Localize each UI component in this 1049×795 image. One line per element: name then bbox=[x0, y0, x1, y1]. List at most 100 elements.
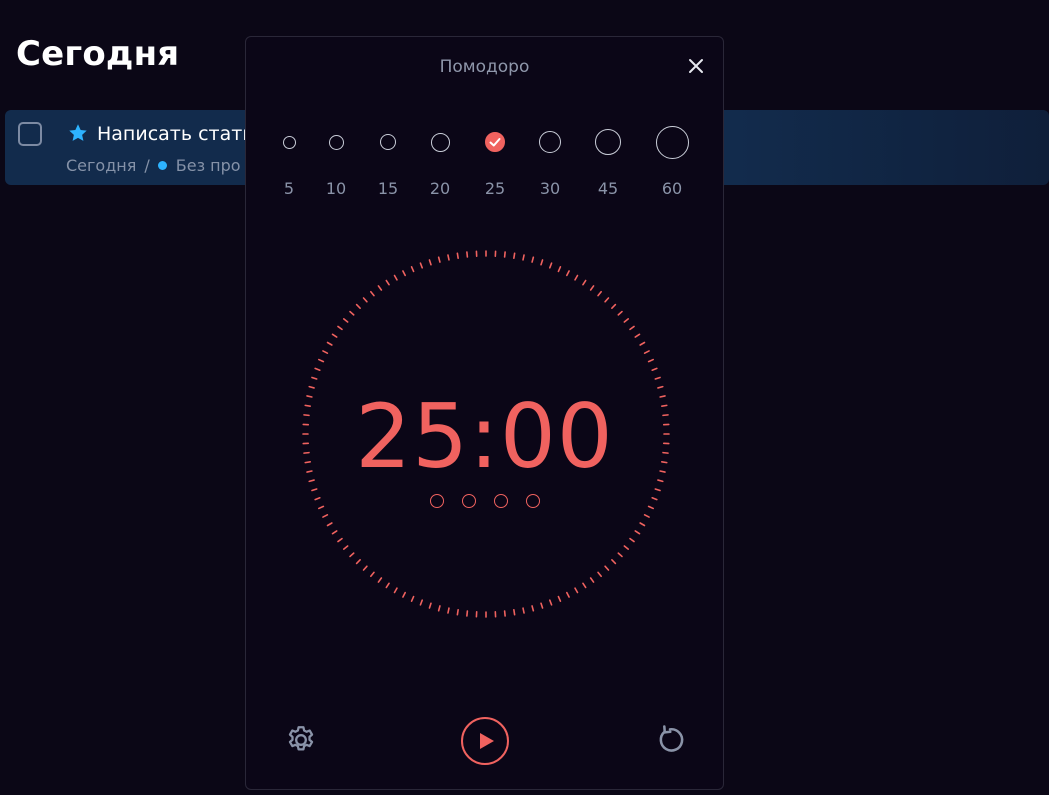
ring-tick bbox=[393, 274, 398, 281]
session-indicators bbox=[430, 494, 540, 508]
time-display: 25:00 bbox=[355, 385, 614, 488]
ring-tick bbox=[342, 318, 349, 323]
ring-tick bbox=[370, 290, 375, 297]
ring-tick bbox=[623, 318, 630, 323]
ring-tick bbox=[582, 279, 587, 286]
ring-tick bbox=[342, 545, 349, 550]
ring-tick bbox=[419, 262, 424, 269]
ring-tick bbox=[582, 582, 587, 589]
ring-tick bbox=[456, 609, 459, 616]
project-dot-icon bbox=[157, 161, 167, 170]
ring-tick bbox=[522, 607, 525, 614]
preset-dot bbox=[380, 134, 396, 150]
preset-dot bbox=[282, 135, 296, 149]
ring-tick bbox=[437, 256, 441, 263]
preset-dot bbox=[539, 131, 561, 153]
preset-dot bbox=[328, 134, 344, 150]
ring-tick bbox=[466, 251, 469, 258]
preset-dot bbox=[430, 132, 450, 152]
ring-tick bbox=[349, 310, 355, 316]
ring-tick bbox=[589, 577, 595, 583]
ring-tick bbox=[402, 591, 406, 598]
ring-tick bbox=[355, 559, 361, 565]
preset-label: 30 bbox=[539, 179, 561, 198]
ring-tick bbox=[311, 376, 318, 380]
checkmark-icon bbox=[489, 137, 500, 146]
ring-tick bbox=[540, 602, 544, 609]
task-title[interactable]: Написать стать bbox=[97, 123, 254, 145]
ring-tick bbox=[654, 376, 661, 380]
ring-tick bbox=[428, 259, 432, 266]
session-dot bbox=[494, 494, 508, 508]
ring-tick bbox=[377, 285, 383, 291]
ring-tick bbox=[362, 565, 368, 571]
preset-label: 5 bbox=[283, 179, 295, 198]
ring-tick bbox=[531, 605, 535, 612]
task-project: Без про bbox=[175, 156, 241, 175]
ring-tick bbox=[634, 333, 641, 338]
ring-tick bbox=[513, 609, 516, 616]
page-title: Сегодня bbox=[16, 34, 180, 74]
ring-tick bbox=[337, 537, 343, 543]
task-date: Сегодня bbox=[66, 156, 137, 175]
ring-tick bbox=[322, 514, 329, 518]
ring-tick bbox=[540, 259, 544, 266]
ring-tick bbox=[370, 571, 375, 578]
ring-tick bbox=[604, 565, 610, 571]
ring-tick bbox=[617, 552, 623, 558]
task-meta-separator: / bbox=[144, 156, 150, 175]
pomodoro-modal: Помодоро 5 10 15 20 25 30 45 60 25:00 bbox=[245, 36, 724, 790]
reset-icon[interactable] bbox=[653, 723, 687, 757]
ring-tick bbox=[639, 341, 646, 346]
ring-tick bbox=[643, 350, 650, 354]
ring-tick bbox=[597, 290, 602, 297]
close-icon[interactable] bbox=[684, 54, 708, 78]
ring-tick bbox=[651, 367, 658, 372]
ring-tick bbox=[634, 530, 641, 535]
task-meta: Сегодня / Без про bbox=[66, 156, 241, 175]
duration-presets: 5 10 15 20 25 30 45 60 bbox=[246, 121, 725, 201]
ring-tick bbox=[629, 325, 635, 331]
gear-icon[interactable] bbox=[284, 723, 318, 757]
ring-tick bbox=[349, 552, 355, 558]
ring-tick bbox=[604, 297, 610, 303]
preset-dot bbox=[655, 125, 689, 159]
ring-tick bbox=[419, 599, 424, 606]
ring-tick bbox=[574, 274, 579, 281]
ring-tick bbox=[318, 505, 325, 510]
session-dot bbox=[430, 494, 444, 508]
ring-tick bbox=[385, 582, 390, 589]
ring-tick bbox=[611, 559, 617, 565]
ring-tick bbox=[362, 297, 368, 303]
preset-label: 60 bbox=[661, 179, 683, 198]
ring-tick bbox=[410, 595, 415, 602]
ring-tick bbox=[566, 591, 570, 598]
ring-tick bbox=[402, 270, 406, 277]
ring-tick bbox=[428, 602, 432, 609]
task-checkbox[interactable] bbox=[18, 122, 42, 146]
ring-tick bbox=[385, 279, 390, 286]
ring-tick bbox=[410, 266, 415, 273]
ring-tick bbox=[513, 252, 516, 259]
ring-tick bbox=[314, 367, 321, 372]
ring-tick bbox=[647, 505, 654, 510]
ring-tick bbox=[639, 522, 646, 527]
ring-tick bbox=[337, 325, 343, 331]
ring-tick bbox=[557, 595, 562, 602]
star-icon[interactable] bbox=[67, 122, 89, 144]
ring-tick bbox=[326, 341, 333, 346]
preset-dot bbox=[595, 129, 621, 155]
ring-tick bbox=[589, 285, 595, 291]
ring-tick bbox=[503, 610, 506, 617]
ring-tick bbox=[503, 251, 506, 258]
ring-tick bbox=[597, 571, 602, 578]
ring-tick bbox=[611, 303, 617, 309]
ring-tick bbox=[617, 310, 623, 316]
play-button[interactable] bbox=[461, 717, 509, 765]
ring-tick bbox=[326, 522, 333, 527]
ring-tick bbox=[311, 488, 318, 492]
preset-label: 20 bbox=[429, 179, 451, 198]
session-dot bbox=[526, 494, 540, 508]
ring-tick bbox=[393, 587, 398, 594]
ring-tick bbox=[623, 545, 630, 550]
